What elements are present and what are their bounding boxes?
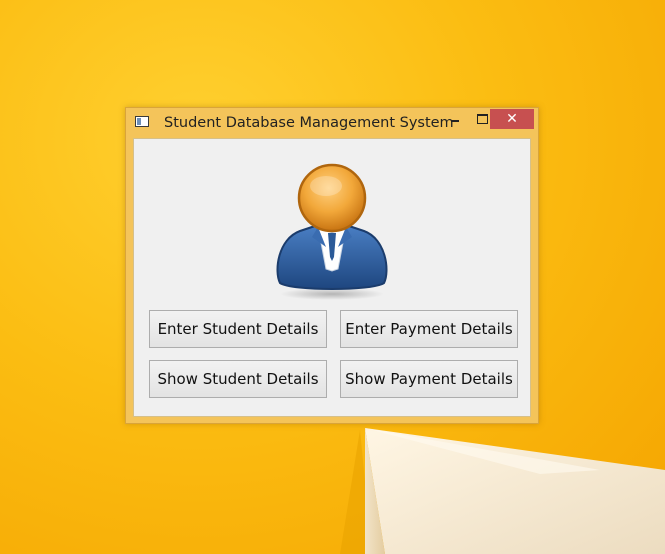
user-avatar-icon (276, 163, 388, 300)
enter-student-details-button[interactable]: Enter Student Details (149, 310, 327, 348)
minimize-icon (451, 120, 459, 122)
show-payment-details-button[interactable]: Show Payment Details (340, 360, 518, 398)
client-area: Enter Student Details Enter Payment Deta… (133, 138, 531, 417)
close-button[interactable]: ✕ (490, 109, 534, 129)
enter-payment-details-button[interactable]: Enter Payment Details (340, 310, 518, 348)
close-icon: ✕ (506, 111, 518, 127)
app-window-icon[interactable] (135, 116, 149, 127)
title-bar[interactable]: Student Database Management System ✕ (126, 108, 538, 138)
app-window: Student Database Management System ✕ Ent… (125, 107, 539, 424)
maximize-icon (476, 114, 488, 124)
show-student-details-button[interactable]: Show Student Details (149, 360, 327, 398)
window-title: Student Database Management System (164, 115, 454, 131)
minimize-button[interactable] (442, 109, 468, 129)
